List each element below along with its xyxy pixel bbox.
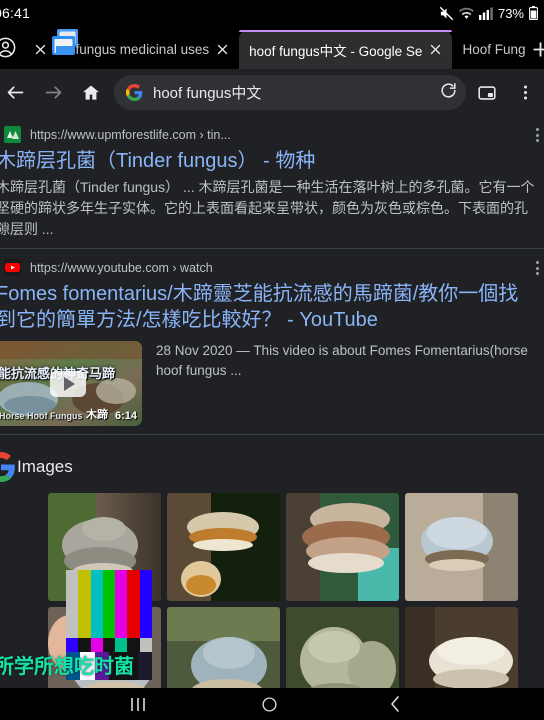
recents-button[interactable] [128, 696, 148, 713]
browser-toolbar[interactable]: hoof fungus中文 [0, 69, 544, 116]
result-title[interactable]: 木蹄层孔菌（Tinder fungus） - 物种 [0, 148, 544, 174]
forward-button[interactable] [34, 69, 72, 116]
images-header: Images [0, 451, 544, 483]
thumbnail-brand: Horse Hoof Fungus [0, 411, 83, 421]
back-button[interactable] [388, 695, 403, 713]
overflow-menu-button[interactable] [506, 69, 544, 116]
image-tile[interactable] [286, 607, 399, 688]
google-g-icon [126, 84, 143, 101]
video-row[interactable]: 能抗流感的神奇马蹄 Horse Hoof Fungus 木蹄 6:14 28 N… [0, 341, 544, 426]
play-button-icon[interactable] [50, 370, 86, 397]
battery-percent: 73% [497, 5, 524, 21]
new-tab-button[interactable] [530, 30, 544, 69]
result-options-icon[interactable] [536, 261, 539, 275]
result-snippet: 木蹄层孔菌（Tinder fungus） ... 木蹄层孔菌是一种生活在落叶树上… [0, 179, 535, 237]
result-url: https://www.upmforestlife.com › tin... [30, 127, 231, 142]
search-result-1[interactable]: https://www.upmforestlife.com › tin... 木… [0, 116, 544, 248]
mute-icon [439, 6, 454, 21]
thumbnail-cn-label: 木蹄 [86, 409, 108, 421]
browser-tab-3[interactable]: Hoof Fung [452, 30, 530, 69]
status-bar: 06:41 [0, 0, 544, 26]
image-tile[interactable] [167, 607, 280, 688]
tab-title: hoof fungus中文 - Google Se [249, 43, 423, 59]
status-clock: 06:41 [0, 5, 31, 21]
color-bars-row-1 [66, 570, 152, 639]
overlay-green-text: 所学所想吃时菌 [0, 656, 134, 678]
close-icon[interactable] [422, 42, 448, 57]
home-button[interactable] [72, 69, 110, 116]
result-options-icon[interactable] [536, 128, 539, 142]
image-tile[interactable] [405, 493, 518, 601]
tab-title: Hoof Fung [462, 42, 526, 57]
tab-switcher-overlay-icon[interactable] [49, 28, 89, 62]
tab-switcher-button[interactable] [468, 69, 506, 116]
youtube-favicon-icon [4, 259, 21, 276]
status-icons: 73% [439, 6, 538, 21]
images-label: Images [17, 457, 73, 476]
browser-tab-2-active[interactable]: hoof fungus中文 - Google Se [239, 30, 453, 69]
back-button[interactable] [0, 69, 34, 116]
image-tile[interactable] [286, 493, 399, 601]
close-icon[interactable] [209, 42, 235, 57]
signal-icon [478, 7, 493, 20]
url-text[interactable]: hoof fungus中文 [153, 82, 439, 103]
phone-screen: 06:41 [0, 0, 544, 720]
image-tile[interactable] [405, 607, 518, 688]
battery-icon [529, 6, 538, 20]
result-title[interactable]: Fomes fomentarius/木蹄靈芝能抗流感的馬蹄菌/教你一個找到它的簡… [0, 281, 544, 333]
url-bar[interactable]: hoof fungus中文 [114, 75, 466, 110]
result-source: https://www.youtube.com › watch [0, 259, 544, 276]
home-button[interactable] [261, 696, 278, 713]
wifi-icon [459, 7, 474, 20]
upm-forest-life-favicon-icon [4, 126, 21, 143]
android-nav-bar[interactable] [0, 688, 544, 720]
result-url: https://www.youtube.com › watch [30, 260, 213, 275]
video-thumbnail[interactable]: 能抗流感的神奇马蹄 Horse Hoof Fungus 木蹄 6:14 [0, 341, 142, 426]
reload-icon[interactable] [439, 81, 458, 105]
video-duration: 6:14 [114, 410, 137, 422]
search-result-2[interactable]: https://www.youtube.com › watch Fomes fo… [0, 249, 544, 434]
google-g-icon [0, 452, 16, 482]
result-source: https://www.upmforestlife.com › tin... [0, 126, 544, 143]
image-tile[interactable] [167, 493, 280, 601]
account-icon[interactable] [0, 26, 17, 69]
video-description: 28 Nov 2020 — This video is about Fomes … [156, 343, 528, 378]
